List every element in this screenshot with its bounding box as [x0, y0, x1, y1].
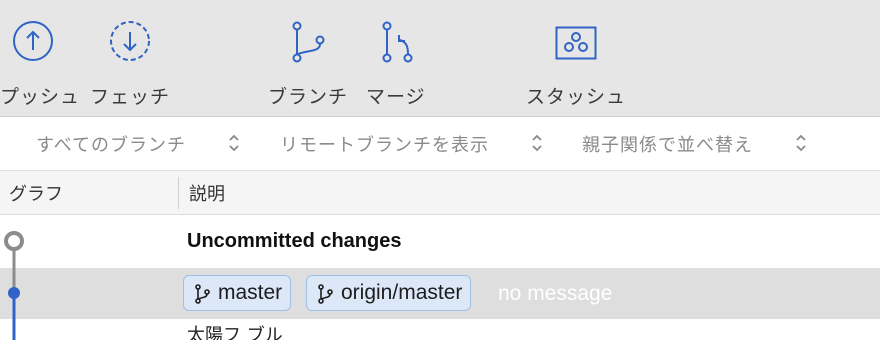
chevron-updown-icon[interactable] — [228, 133, 240, 153]
push-button[interactable]: プッシュ — [0, 0, 80, 117]
branch-badge-origin-master[interactable]: origin/master — [306, 275, 472, 311]
chevron-updown-icon[interactable] — [795, 133, 807, 153]
merge-button[interactable]: マージ — [364, 0, 434, 117]
toolbar: プッシュ フェッチ ブランチ マージ スタッシュ — [0, 0, 880, 117]
branch-icon — [292, 21, 325, 63]
branch-badge-label: master — [218, 281, 283, 304]
sort-order-label: 親子関係で並べ替え — [582, 135, 753, 156]
commit-row-uncommitted[interactable]: Uncommitted changes — [0, 216, 880, 267]
fetch-button[interactable]: フェッチ — [88, 0, 178, 117]
branch-icon — [195, 284, 210, 304]
graph-column-header[interactable]: グラフ — [9, 180, 63, 206]
fetch-label: フェッチ — [90, 86, 171, 108]
commit-graph — [4, 231, 24, 340]
commit-row[interactable]: 太陽フ ブル — [0, 319, 880, 340]
push-label: プッシュ — [0, 86, 81, 108]
filter-bar: すべてのブランチ リモートブランチを表示 親子関係で並べ替え — [0, 117, 880, 171]
arrow-down-dashed-circle-icon — [110, 21, 150, 61]
merge-icon — [382, 21, 413, 63]
uncommitted-changes-label: Uncommitted changes — [187, 230, 402, 252]
commit-row-selected[interactable]: master origin/master no message — [0, 268, 880, 319]
branch-badge-master[interactable]: master — [183, 275, 292, 311]
commit-message: 太陽フ ブル — [187, 325, 283, 340]
branch-label: ブランチ — [268, 86, 349, 108]
commit-node[interactable] — [8, 287, 20, 299]
branches-filter-select[interactable]: すべてのブランチ — [36, 131, 186, 157]
branches-filter-label: すべてのブランチ — [36, 135, 187, 156]
remote-branches-select[interactable]: リモートブランチを表示 — [280, 131, 489, 157]
arrow-up-circle-icon — [13, 21, 53, 61]
branch-button[interactable]: ブランチ — [266, 0, 352, 117]
chevron-updown-icon[interactable] — [531, 133, 543, 153]
remote-branches-label: リモートブランチを表示 — [280, 135, 489, 156]
stash-box-icon — [555, 26, 597, 60]
stash-button[interactable]: スタッシュ — [524, 0, 634, 117]
column-divider[interactable] — [178, 177, 179, 209]
uncommitted-node[interactable] — [4, 231, 24, 251]
description-column-header[interactable]: 説明 — [189, 180, 225, 206]
branch-icon — [318, 284, 333, 304]
stash-label: スタッシュ — [526, 86, 627, 108]
column-header: グラフ 説明 — [0, 171, 880, 215]
merge-label: マージ — [366, 86, 426, 108]
sort-order-select[interactable]: 親子関係で並べ替え — [582, 131, 753, 157]
commit-message: no message — [498, 282, 613, 305]
branch-badge-label: origin/master — [341, 281, 463, 304]
